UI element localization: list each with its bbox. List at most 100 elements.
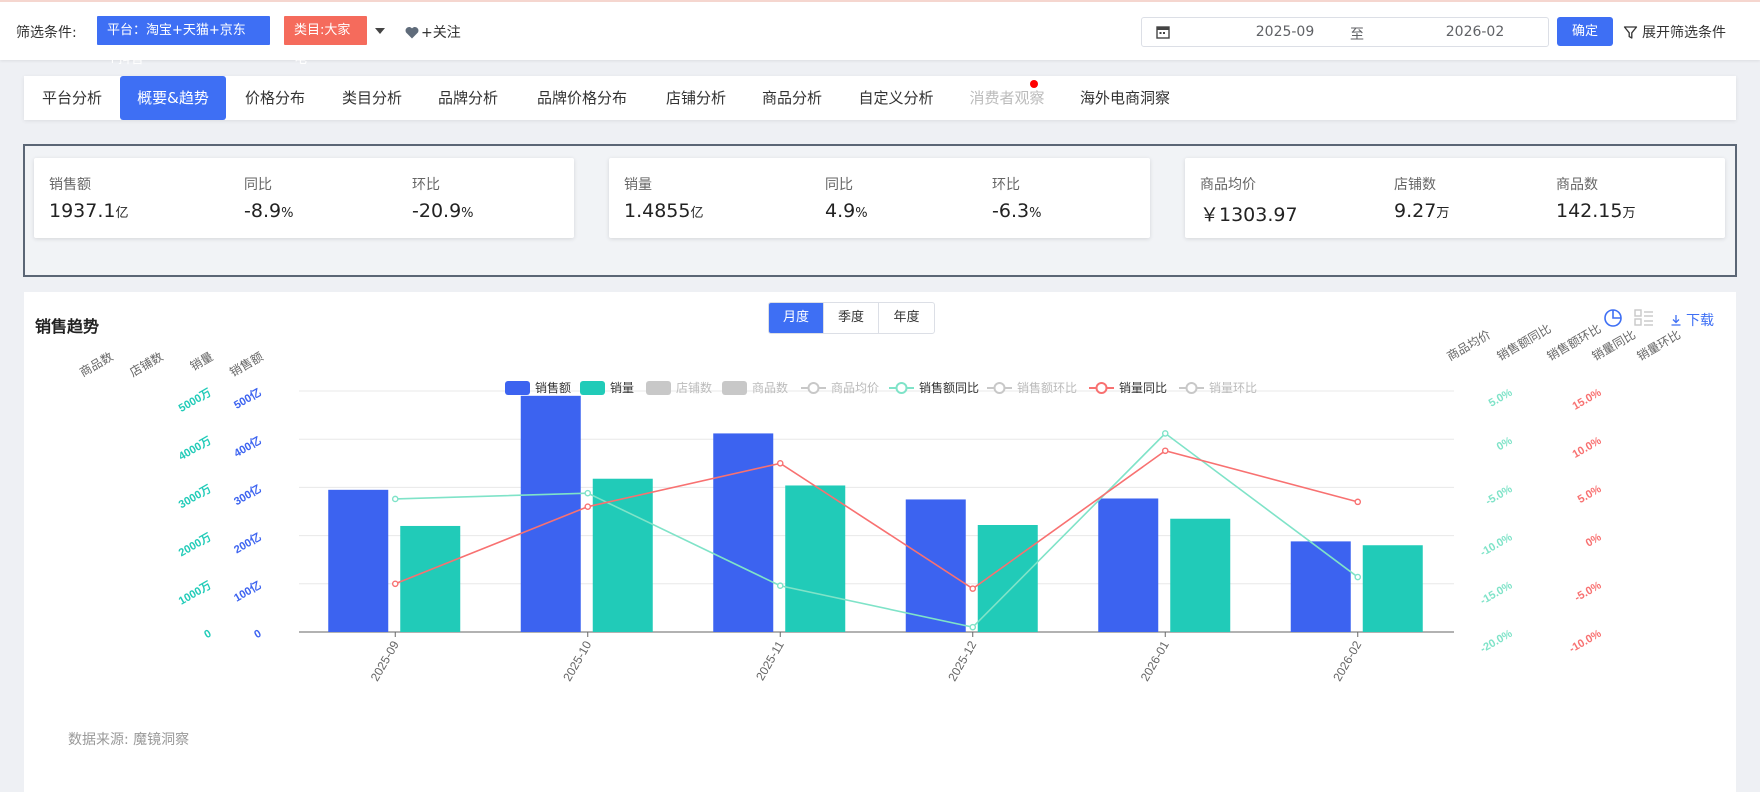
stat-avg-price: 商品均价 ￥1303.97 bbox=[1200, 174, 1298, 227]
bar-sales bbox=[713, 433, 774, 632]
chart-title: 销售趋势 bbox=[35, 317, 100, 336]
volume_yoy-axis-tick: 15.0% bbox=[1570, 387, 1603, 413]
sales-axis-tick: 400亿 bbox=[231, 433, 263, 460]
tab-shop-analysis[interactable]: 店铺分析 bbox=[648, 76, 744, 120]
data-source: 数据来源: 魔镜洞察 bbox=[68, 732, 190, 748]
category-dropdown-icon[interactable] bbox=[375, 28, 385, 34]
x-tick-label: 2025-11 bbox=[753, 638, 787, 683]
analysis-tabs: 平台分析 概要&趋势 价格分布 类目分析 品牌分析 品牌价格分布 店铺分析 商品… bbox=[24, 76, 1736, 120]
volume-axis-tick: 4000万 bbox=[176, 434, 213, 463]
volume-yoy-point bbox=[1161, 447, 1169, 455]
tab-product-analysis[interactable]: 商品分析 bbox=[744, 76, 840, 120]
volume-yoy-point bbox=[969, 585, 977, 592]
stat-card-price: 商品均价 ￥1303.97 店铺数 9.27万 商品数 142.15万 bbox=[1185, 158, 1725, 238]
legend-swatch bbox=[722, 381, 747, 395]
legend-marker bbox=[807, 382, 820, 394]
pie-chart-icon[interactable] bbox=[1603, 308, 1623, 328]
stat-value: 1.4855亿 bbox=[624, 200, 704, 222]
x-tick-label: 2025-09 bbox=[368, 638, 402, 683]
notification-dot bbox=[1030, 80, 1038, 88]
legend-marker bbox=[993, 382, 1006, 394]
tab-overseas-ecommerce[interactable]: 海外电商洞察 bbox=[1062, 76, 1188, 120]
legend-label: 销售额 bbox=[535, 380, 571, 395]
tab-overview-trend[interactable]: 概要&趋势 bbox=[120, 76, 226, 120]
table-view-icon[interactable] bbox=[1634, 309, 1654, 327]
stat-value: -20.9% bbox=[412, 200, 474, 222]
right-axis-title: 商品均价 bbox=[1444, 327, 1493, 364]
date-range-picker[interactable]: 2025-09 至 2026-02 bbox=[1141, 17, 1549, 47]
period-yearly[interactable]: 年度 bbox=[879, 303, 934, 333]
stat-volume-mom: 环比 -6.3% bbox=[992, 174, 1041, 222]
legend-label: 销量环比 bbox=[1209, 381, 1257, 395]
sales-yoy-point bbox=[1161, 430, 1169, 437]
tab-custom-analysis[interactable]: 自定义分析 bbox=[840, 76, 952, 120]
tab-platform-analysis[interactable]: 平台分析 bbox=[24, 76, 120, 120]
legend-marker bbox=[1095, 382, 1108, 394]
stat-sales-mom: 环比 -20.9% bbox=[412, 174, 474, 222]
download-label: 下载 bbox=[1686, 313, 1714, 329]
stat-label: 店铺数 bbox=[1394, 177, 1436, 193]
tab-brand-price-distribution[interactable]: 品牌价格分布 bbox=[516, 76, 648, 120]
bar-sales bbox=[905, 499, 966, 632]
sales_yoy-axis-tick: -10.0% bbox=[1478, 531, 1514, 559]
volume-yoy-point bbox=[776, 459, 784, 467]
confirm-button[interactable]: 确定 bbox=[1557, 17, 1613, 46]
follow-label: +关注 bbox=[421, 25, 461, 41]
legend-label: 销售额环比 bbox=[1017, 380, 1077, 395]
expand-filters-button[interactable]: 展开筛选条件 bbox=[1623, 22, 1726, 42]
stat-product-count: 商品数 142.15万 bbox=[1556, 174, 1636, 222]
legend-label: 销量 bbox=[610, 381, 634, 395]
follow-button[interactable]: +关注 bbox=[405, 22, 461, 42]
sales_yoy-axis-tick: 5.0% bbox=[1487, 387, 1515, 410]
volume_yoy-axis-tick: 10.0% bbox=[1570, 435, 1603, 461]
left-axis-title: 店铺数 bbox=[127, 349, 166, 380]
tab-price-distribution[interactable]: 价格分布 bbox=[226, 76, 324, 120]
stat-label: 商品均价 bbox=[1200, 177, 1256, 193]
calendar-icon bbox=[1156, 26, 1170, 39]
stat-value: 142.15万 bbox=[1556, 200, 1636, 222]
left-axis-title: 销售额 bbox=[227, 349, 266, 380]
stat-card-volume: 销量 1.4855亿 同比 4.9% 环比 -6.3% bbox=[609, 158, 1150, 238]
left-axis-title: 商品数 bbox=[77, 349, 116, 380]
x-tick-label: 2025-10 bbox=[560, 638, 594, 683]
heart-icon bbox=[405, 26, 419, 38]
stat-label: 环比 bbox=[992, 177, 1020, 193]
legend-label: 商品数 bbox=[752, 380, 788, 395]
sales_yoy-axis-tick: -15.0% bbox=[1478, 579, 1514, 607]
volume-axis-tick: 3000万 bbox=[176, 482, 213, 511]
volume_yoy-axis-tick: 5.0% bbox=[1576, 483, 1604, 506]
period-quarterly[interactable]: 季度 bbox=[824, 303, 879, 333]
period-monthly[interactable]: 月度 bbox=[769, 303, 824, 333]
x-tick-label: 2025-12 bbox=[945, 638, 979, 683]
download-button[interactable]: 下载 bbox=[1670, 310, 1714, 330]
sales-axis-tick: 500亿 bbox=[231, 385, 263, 412]
legend-label: 店铺数 bbox=[676, 380, 712, 395]
volume_yoy-axis-tick: -10.0% bbox=[1567, 628, 1603, 656]
filter-bar: 筛选条件: 平台：淘宝+天猫+京东+抖音 类目:大家电 +关注 2025-09 … bbox=[0, 0, 1760, 67]
date-start[interactable]: 2025-09 bbox=[1235, 24, 1335, 40]
date-end[interactable]: 2026-02 bbox=[1425, 24, 1525, 40]
legend-label: 销量同比 bbox=[1119, 381, 1167, 395]
tab-category-analysis[interactable]: 类目分析 bbox=[324, 76, 420, 120]
category-tag[interactable]: 类目:大家电 bbox=[284, 16, 367, 67]
tab-brand-analysis[interactable]: 品牌分析 bbox=[420, 76, 516, 120]
stat-card-sales: 销售额 1937.1亿 同比 -8.9% 环比 -20.9% bbox=[34, 158, 574, 238]
stat-value: -6.3% bbox=[992, 200, 1042, 222]
tab-consumer-insight[interactable]: 消费者观察 bbox=[952, 76, 1062, 120]
sales-yoy-point bbox=[1354, 573, 1362, 581]
legend-swatch bbox=[580, 381, 605, 395]
platform-tag[interactable]: 平台：淘宝+天猫+京东+抖音 bbox=[97, 16, 270, 67]
sales-yoy-point bbox=[776, 582, 784, 590]
volume_yoy-axis-tick: -5.0% bbox=[1573, 579, 1604, 604]
expand-filters-label: 展开筛选条件 bbox=[1642, 25, 1726, 41]
date-separator: 至 bbox=[1350, 27, 1364, 43]
bar-sales bbox=[328, 489, 389, 632]
bar-volume bbox=[785, 485, 846, 632]
sales-trend-chart: 0 100亿 200亿 300亿 400亿 500亿 0 1000万 2000万 3000万 400… bbox=[77, 321, 1683, 684]
stat-value: 4.9% bbox=[825, 200, 868, 222]
sales-yoy-point bbox=[969, 623, 977, 631]
stat-label: 销量 bbox=[624, 177, 652, 193]
volume-axis-tick: 1000万 bbox=[176, 579, 213, 608]
sales-trend-panel: 0 100亿 200亿 300亿 400亿 500亿 0 1000万 2000万 3000万 400… bbox=[24, 292, 1736, 792]
stat-value: 9.27万 bbox=[1394, 200, 1450, 222]
